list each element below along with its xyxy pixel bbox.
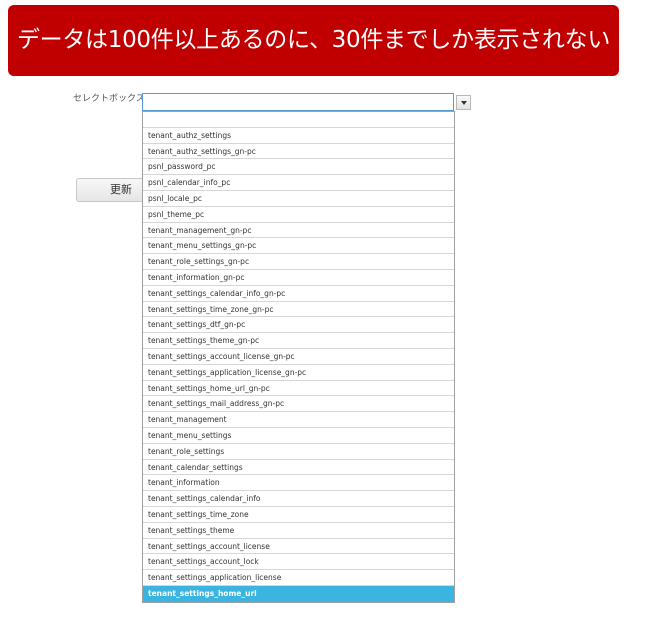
select-label: セレクトボックス [73, 94, 145, 104]
dropdown-option[interactable] [143, 112, 454, 128]
dropdown-option[interactable]: psnl_password_pc [143, 159, 454, 176]
dropdown-option[interactable]: tenant_settings_calendar_info_gn-pc [143, 286, 454, 302]
dropdown-option[interactable]: psnl_calendar_info_pc [143, 175, 454, 191]
dropdown-option[interactable]: tenant_settings_dtf_gn-pc [143, 317, 454, 334]
dropdown-option[interactable]: tenant_settings_account_license_gn-pc [143, 349, 454, 365]
dropdown-option[interactable]: tenant_settings_theme [143, 523, 454, 539]
dropdown-option[interactable]: tenant_calendar_settings [143, 460, 454, 476]
dropdown-option[interactable]: tenant_settings_home_url_gn-pc [143, 381, 454, 397]
dropdown-option[interactable]: tenant_settings_application_license [143, 570, 454, 586]
dropdown-option[interactable]: tenant_authz_settings [143, 128, 454, 144]
chevron-down-icon [460, 100, 467, 105]
dropdown-option[interactable]: tenant_settings_application_license_gn-p… [143, 365, 454, 381]
dropdown-option[interactable]: tenant_authz_settings_gn-pc [143, 144, 454, 160]
dropdown-option[interactable]: tenant_information_gn-pc [143, 270, 454, 286]
dropdown-list: tenant_authz_settings tenant_authz_settin… [142, 111, 455, 603]
dropdown-option[interactable]: psnl_theme_pc [143, 207, 454, 223]
dropdown-option[interactable]: tenant_role_settings [143, 444, 454, 460]
dropdown-option[interactable]: tenant_settings_account_license [143, 539, 454, 555]
dropdown-option[interactable]: tenant_settings_home_url [143, 585, 454, 602]
dropdown-option[interactable]: tenant_role_settings_gn-pc [143, 254, 454, 270]
dropdown-toggle-button[interactable] [456, 95, 471, 110]
dropdown-option[interactable]: tenant_management [143, 412, 454, 428]
dropdown-option[interactable]: tenant_settings_time_zone [143, 507, 454, 523]
dropdown-option[interactable]: tenant_settings_mail_address_gn-pc [143, 396, 454, 413]
dropdown-option[interactable]: tenant_settings_account_lock [143, 554, 454, 571]
dropdown-option[interactable]: tenant_settings_calendar_info [143, 491, 454, 507]
dropdown-option[interactable]: tenant_settings_time_zone_gn-pc [143, 302, 454, 318]
dropdown-option[interactable]: psnl_locale_pc [143, 191, 454, 207]
page: データは100件以上あるのに、30件までしか表示されない セレクトボックス 更新… [0, 0, 646, 622]
dropdown-option[interactable]: tenant_management_gn-pc [143, 223, 454, 239]
annotation-banner: データは100件以上あるのに、30件までしか表示されない [8, 5, 619, 76]
dropdown-option[interactable]: tenant_information [143, 475, 454, 492]
select-box[interactable] [142, 93, 454, 111]
dropdown-option[interactable]: tenant_menu_settings_gn-pc [143, 238, 454, 255]
dropdown-option[interactable]: tenant_settings_theme_gn-pc [143, 333, 454, 349]
dropdown-option[interactable]: tenant_menu_settings [143, 428, 454, 444]
